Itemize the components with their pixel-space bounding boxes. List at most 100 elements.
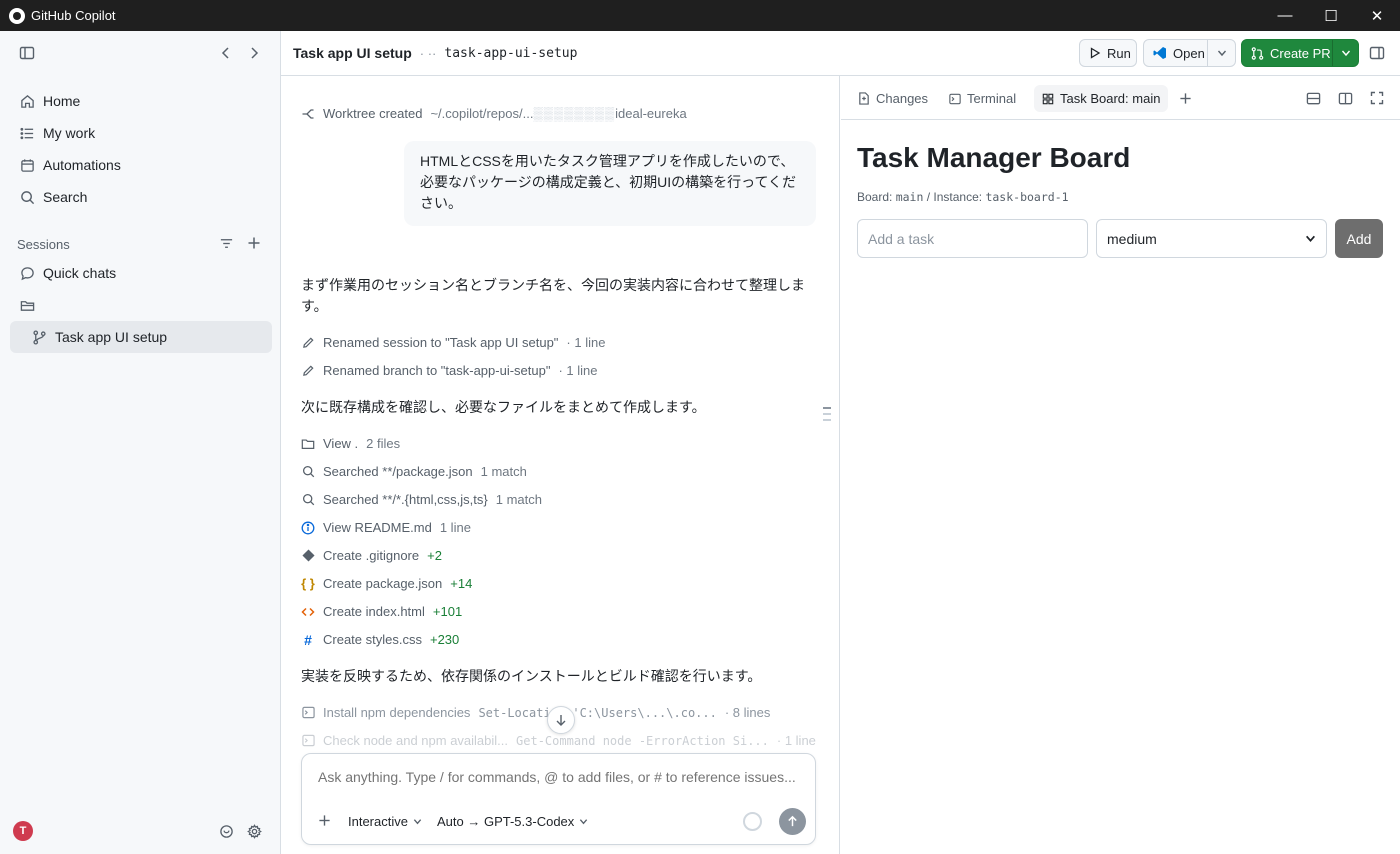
model-selector[interactable]: Auto → GPT-5.3-Codex (437, 814, 588, 829)
search-icon (301, 493, 315, 507)
search-icon (19, 189, 35, 205)
session-folder[interactable] (10, 290, 272, 320)
check-meta: · 1 line (776, 733, 816, 748)
title-bar: GitHub Copilot — ☐ ✕ (0, 0, 1400, 31)
window-controls: — ☐ ✕ (1262, 0, 1400, 31)
toggle-sidebar-button[interactable] (15, 41, 39, 65)
split-horizontal-icon (1306, 92, 1320, 104)
action-row[interactable]: Create .gitignore +2 (301, 548, 442, 563)
feedback-button[interactable] (214, 819, 238, 843)
filter-sessions-button[interactable] (214, 231, 238, 255)
sessions-heading: Sessions (17, 237, 70, 252)
action-meta: 1 match (495, 492, 542, 507)
check-row[interactable]: Check node and npm availabil... Get-Comm… (301, 733, 816, 748)
action-label: Searched **/package.json (323, 464, 473, 479)
search-icon (301, 465, 315, 479)
chevron-right-icon (251, 47, 259, 59)
session-task-app-ui-setup[interactable]: Task app UI setup (10, 321, 272, 353)
prompt-input[interactable] (318, 769, 798, 785)
chat-icon (19, 265, 35, 281)
toggle-panel-button[interactable] (1365, 41, 1389, 65)
board-title: Task Manager Board (857, 142, 1131, 173)
open-dropdown-button[interactable] (1207, 40, 1235, 66)
tab-task-board[interactable]: Task Board: main (1034, 85, 1169, 112)
priority-select[interactable]: medium (1096, 219, 1327, 258)
action-row[interactable]: Searched **/*.{html,css,js,ts} 1 match (301, 492, 542, 507)
action-row[interactable]: { } Create package.json +14 (301, 576, 472, 591)
create-pr-button[interactable]: Create PR (1241, 39, 1359, 67)
tab-changes[interactable]: Changes (850, 85, 936, 112)
create-pr-dropdown-button[interactable] (1332, 40, 1358, 66)
split-horizontal-button[interactable] (1301, 86, 1325, 110)
back-button[interactable] (214, 41, 238, 65)
run-label: Run (1107, 45, 1131, 61)
install-meta: · 8 lines (724, 705, 771, 720)
session-quick-chats[interactable]: Quick chats (10, 258, 272, 288)
nav-my-work[interactable]: My work (10, 118, 272, 148)
attach-button[interactable] (318, 814, 331, 827)
chat-pane: Worktree created ~/.copilot/repos/... ▒▒… (281, 76, 840, 854)
rename-session-meta: · 1 line (566, 335, 606, 350)
calendar-icon (19, 157, 35, 173)
action-row[interactable]: View . 2 files (301, 436, 400, 451)
rename-session-row[interactable]: Renamed session to "Task app UI setup" ·… (301, 335, 605, 350)
chevron-down-icon (1217, 50, 1226, 57)
action-meta: +2 (427, 548, 442, 563)
worktree-path[interactable]: ~/.copilot/repos/... (430, 106, 533, 121)
action-row[interactable]: # Create styles.css +230 (301, 632, 459, 648)
run-button[interactable]: Run (1079, 39, 1137, 67)
tab-task-board-label: Task Board: main (1060, 91, 1161, 106)
action-row[interactable]: Searched **/package.json 1 match (301, 464, 527, 479)
code-icon (301, 605, 315, 619)
info-icon (301, 521, 315, 535)
chevron-left-icon (221, 47, 229, 59)
forward-button[interactable] (242, 41, 266, 65)
sidebar: Home My work Automations Search Sessions… (0, 31, 281, 854)
action-row[interactable]: Create index.html +101 (301, 604, 462, 619)
terminal-icon (949, 93, 961, 105)
split-vertical-button[interactable] (1333, 86, 1357, 110)
rename-session-label: Renamed session to "Task app UI setup" (323, 335, 559, 350)
nav-automations-label: Automations (43, 157, 121, 173)
action-label: Create package.json (323, 576, 443, 591)
instance-name: task-board-1 (985, 190, 1069, 204)
maximize-button[interactable]: ☐ (1308, 0, 1354, 31)
nav-home[interactable]: Home (10, 86, 272, 116)
chevron-down-icon (1341, 50, 1350, 57)
action-meta: +101 (432, 604, 463, 619)
board-name: main (895, 190, 924, 204)
board-prefix: Board: (857, 190, 896, 204)
copilot-logo-icon (9, 7, 25, 24)
minimize-button[interactable]: — (1262, 0, 1308, 31)
list-icon (19, 125, 35, 141)
chevron-down-icon (413, 819, 422, 825)
new-session-button[interactable] (242, 231, 266, 255)
new-tab-button[interactable] (1173, 86, 1197, 110)
settings-button[interactable] (242, 819, 266, 843)
scroll-to-bottom-button[interactable] (547, 706, 575, 734)
install-label: Install npm dependencies (323, 705, 471, 720)
nav-automations[interactable]: Automations (10, 150, 272, 180)
action-meta: 1 line (439, 520, 471, 535)
create-pr-label: Create PR (1270, 45, 1331, 61)
avatar[interactable]: T (13, 821, 33, 841)
nav-search-label: Search (43, 189, 88, 205)
vscode-icon (1153, 46, 1167, 60)
rename-branch-row[interactable]: Renamed branch to "task-app-ui-setup" · … (301, 363, 598, 378)
add-task-input[interactable] (857, 219, 1088, 258)
close-button[interactable]: ✕ (1354, 0, 1400, 31)
install-row[interactable]: Install npm dependencies Set-Location 'C… (301, 705, 770, 720)
mode-selector[interactable]: Interactive (348, 814, 422, 829)
add-task-button[interactable]: Add (1335, 219, 1383, 258)
maximize-panel-button[interactable] (1365, 86, 1389, 110)
action-row[interactable]: View README.md 1 line (301, 520, 471, 535)
assistant-message-2: 次に既存構成を確認し、必要なファイルをまとめて作成します。 (301, 399, 706, 415)
send-button[interactable] (779, 808, 806, 835)
terminal-icon (301, 706, 315, 720)
open-button[interactable]: Open (1143, 39, 1236, 67)
rename-branch-meta: · 1 line (558, 363, 598, 378)
action-label: Searched **/*.{html,css,js,ts} (323, 492, 488, 507)
tab-terminal[interactable]: Terminal (941, 85, 1024, 112)
check-command: Get-Command node -ErrorAction Si... (516, 733, 769, 748)
nav-search[interactable]: Search (10, 182, 272, 212)
